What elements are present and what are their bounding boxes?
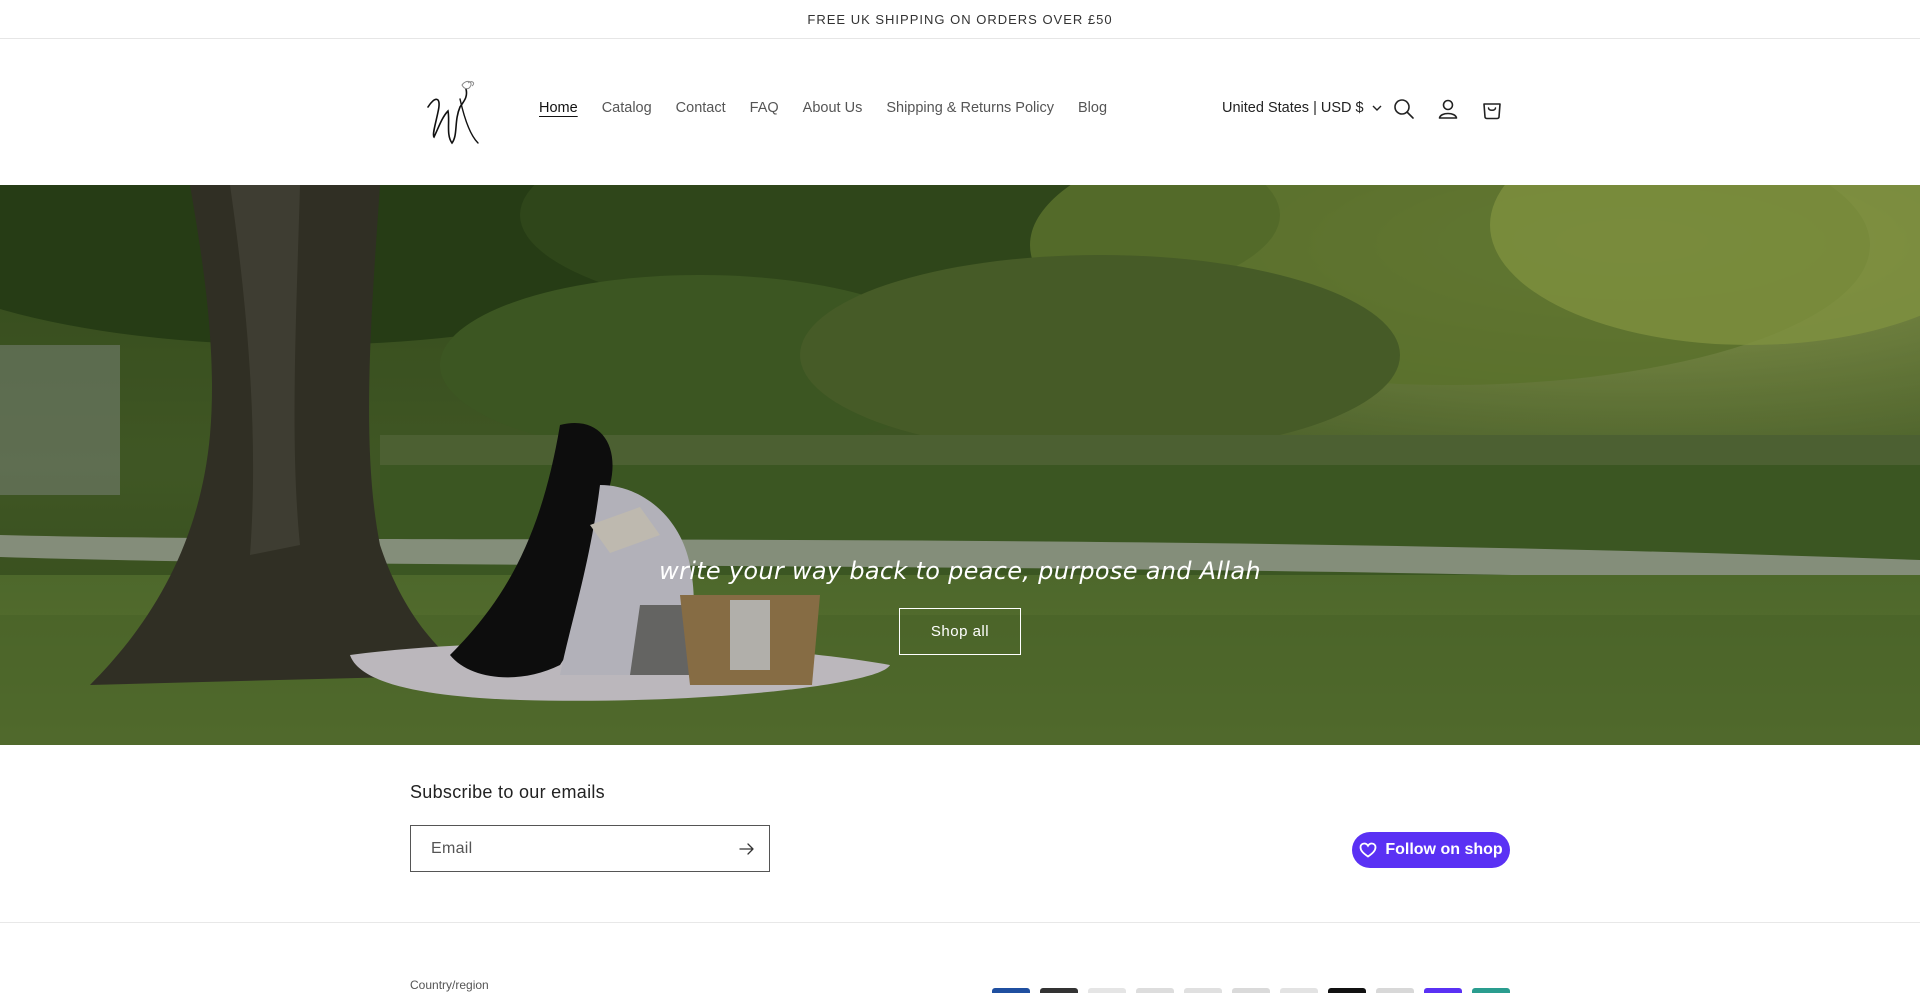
payment-method-icon xyxy=(1376,988,1414,993)
payment-method-icon xyxy=(992,988,1030,993)
payment-method-icon xyxy=(1232,988,1270,993)
locale-label: United States | USD $ xyxy=(1222,100,1364,116)
arrow-right-icon xyxy=(739,842,754,855)
heart-icon xyxy=(1359,842,1377,858)
announcement-bar: FREE UK SHIPPING ON ORDERS OVER £50 xyxy=(0,0,1920,39)
hero-banner: write your way back to peace, purpose an… xyxy=(0,185,1920,745)
newsletter-title: Subscribe to our emails xyxy=(410,782,605,802)
logo-icon xyxy=(427,80,479,145)
account-icon xyxy=(1438,99,1458,119)
nav-item-blog[interactable]: Blog xyxy=(1078,100,1107,116)
payment-method-icon xyxy=(1328,988,1366,993)
search-icon xyxy=(1394,99,1414,119)
newsletter-form xyxy=(410,825,770,872)
search-button[interactable] xyxy=(1390,95,1418,123)
payment-method-icon xyxy=(1136,988,1174,993)
announcement-text: FREE UK SHIPPING ON ORDERS OVER £50 xyxy=(807,11,1113,27)
nav-item-home[interactable]: Home xyxy=(539,100,578,116)
payment-method-icon xyxy=(1280,988,1318,993)
payment-method-icon xyxy=(1184,988,1222,993)
email-input[interactable] xyxy=(411,826,725,871)
nav-item-faq[interactable]: FAQ xyxy=(750,100,779,116)
country-region-label: Country/region xyxy=(410,978,489,992)
cart-button[interactable] xyxy=(1478,95,1506,123)
main-nav: Home Catalog Contact FAQ About Us Shipping & … xyxy=(539,100,1131,116)
site-header: Home Catalog Contact FAQ About Us Shipping & … xyxy=(0,39,1920,185)
payment-icons xyxy=(992,988,1510,993)
newsletter-submit-button[interactable] xyxy=(725,826,769,871)
footer-divider xyxy=(0,922,1920,923)
chevron-down-icon xyxy=(1372,105,1382,111)
payment-method-icon xyxy=(1472,988,1510,993)
shop-all-button[interactable]: Shop all xyxy=(899,608,1021,655)
nav-item-shipping-returns-policy[interactable]: Shipping & Returns Policy xyxy=(886,100,1054,116)
country-currency-selector[interactable]: United States | USD $ xyxy=(1222,100,1382,116)
hero-overlay xyxy=(0,185,1920,745)
payment-method-icon xyxy=(1424,988,1462,993)
nav-item-about-us[interactable]: About Us xyxy=(803,100,863,116)
payment-method-icon xyxy=(1088,988,1126,993)
account-button[interactable] xyxy=(1434,95,1462,123)
store-logo[interactable] xyxy=(424,77,488,147)
cart-icon xyxy=(1483,103,1501,120)
follow-on-shop-label: Follow on shop xyxy=(1385,841,1503,858)
follow-on-shop-button[interactable]: Follow on shop xyxy=(1352,832,1510,868)
nav-item-contact[interactable]: Contact xyxy=(676,100,726,116)
nav-item-catalog[interactable]: Catalog xyxy=(602,100,652,116)
hero-heading: write your way back to peace, purpose an… xyxy=(659,557,1261,585)
payment-method-icon xyxy=(1040,988,1078,993)
